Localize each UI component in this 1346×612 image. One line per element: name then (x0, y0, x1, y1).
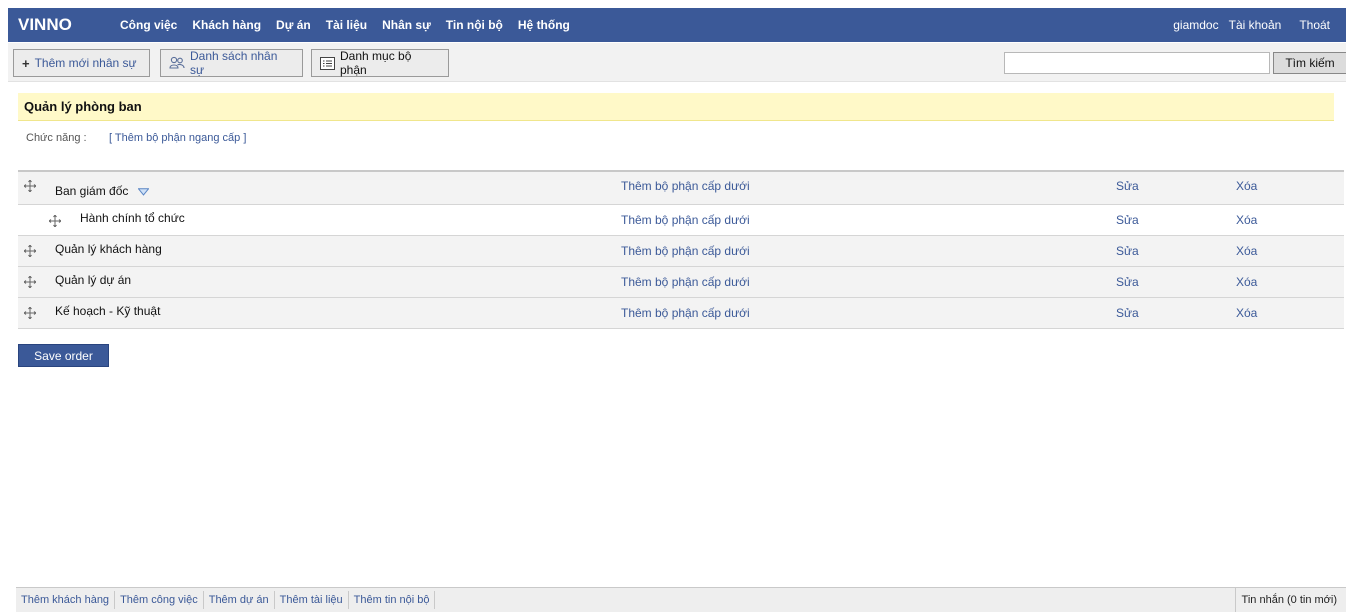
dept-name: Ban giám đốc (55, 184, 150, 199)
plus-icon: + (22, 55, 30, 71)
brand-logo[interactable]: VINNO (8, 15, 120, 35)
account-link[interactable]: Tài khoản (1229, 18, 1282, 32)
function-label: Chức năng : (26, 132, 87, 144)
logout-link[interactable]: Thoát (1299, 18, 1330, 32)
edit-dept-link[interactable]: Sửa (1116, 275, 1139, 289)
staff-list-label: Danh sách nhân sự (190, 49, 278, 77)
save-order-button[interactable]: Save order (18, 344, 109, 367)
add-sibling-dept-link[interactable]: [ Thêm bộ phận ngang cấp ] (109, 132, 246, 144)
edit-dept-link[interactable]: Sửa (1116, 306, 1139, 320)
department-table: Ban giám đốc Thêm bộ phận cấp dưới Sửa X… (18, 170, 1344, 329)
footer-add-customer-link[interactable]: Thêm khách hàng (16, 591, 116, 609)
drag-handle-icon[interactable] (23, 179, 37, 193)
dept-name: Kế hoạch - Kỹ thuật (55, 304, 161, 318)
edit-dept-link[interactable]: Sửa (1116, 179, 1139, 193)
drag-handle-icon[interactable] (23, 244, 37, 258)
nav-item-internal-news[interactable]: Tin nội bộ (446, 18, 503, 32)
dept-name: Quản lý khách hàng (55, 242, 162, 256)
main-nav: Công việc Khách hàng Dự án Tài liệu Nhân… (120, 18, 585, 32)
add-staff-button[interactable]: + Thêm mới nhân sự (13, 49, 150, 77)
nav-item-projects[interactable]: Dự án (276, 18, 311, 32)
drag-handle-icon[interactable] (23, 306, 37, 320)
table-row: Hành chính tổ chức Thêm bộ phận cấp dưới… (18, 205, 1344, 236)
drag-handle-icon[interactable] (23, 275, 37, 289)
messages-link[interactable]: Tin nhắn (0 tin mới) (1234, 587, 1346, 612)
dept-catalog-label: Danh mục bộ phận (340, 49, 412, 77)
username-link[interactable]: giamdoc (1173, 18, 1218, 32)
chevron-down-icon[interactable] (137, 185, 150, 199)
edit-dept-link[interactable]: Sửa (1116, 213, 1139, 227)
nav-item-customers[interactable]: Khách hàng (192, 18, 261, 32)
user-menu: giamdoc Tài khoản Thoát (1163, 18, 1346, 32)
page-title: Quản lý phòng ban (18, 93, 1334, 121)
add-child-dept-link[interactable]: Thêm bộ phận cấp dưới (621, 179, 750, 193)
footer-bar: Thêm khách hàng Thêm công việc Thêm dự á… (16, 587, 1346, 612)
nav-item-tasks[interactable]: Công việc (120, 18, 177, 32)
search-input[interactable] (1004, 52, 1270, 74)
toolbar: + Thêm mới nhân sự Danh sách nhân sự Dan… (8, 43, 1346, 82)
top-nav-bar: VINNO Công việc Khách hàng Dự án Tài liệ… (8, 8, 1346, 42)
table-row: Ban giám đốc Thêm bộ phận cấp dưới Sửa X… (18, 172, 1344, 205)
delete-dept-link[interactable]: Xóa (1236, 213, 1257, 227)
staff-list-button[interactable]: Danh sách nhân sự (160, 49, 303, 77)
table-row: Quản lý khách hàng Thêm bộ phận cấp dưới… (18, 236, 1344, 267)
footer-add-document-link[interactable]: Thêm tài liệu (275, 591, 349, 609)
delete-dept-link[interactable]: Xóa (1236, 179, 1257, 193)
footer-add-project-link[interactable]: Thêm dự án (204, 591, 275, 609)
edit-dept-link[interactable]: Sửa (1116, 244, 1139, 258)
footer-add-task-link[interactable]: Thêm công việc (115, 591, 204, 609)
search-button[interactable]: Tìm kiếm (1273, 52, 1346, 74)
function-row: Chức năng : [ Thêm bộ phận ngang cấp ] (26, 132, 246, 144)
nav-item-system[interactable]: Hệ thống (518, 18, 570, 32)
dept-catalog-button[interactable]: Danh mục bộ phận (311, 49, 449, 77)
add-child-dept-link[interactable]: Thêm bộ phận cấp dưới (621, 306, 750, 320)
table-row: Kế hoạch - Kỹ thuật Thêm bộ phận cấp dướ… (18, 298, 1344, 329)
dept-name: Hành chính tổ chức (80, 211, 185, 225)
add-child-dept-link[interactable]: Thêm bộ phận cấp dưới (621, 213, 750, 227)
users-icon (169, 56, 185, 70)
delete-dept-link[interactable]: Xóa (1236, 244, 1257, 258)
delete-dept-link[interactable]: Xóa (1236, 275, 1257, 289)
dept-name: Quản lý dự án (55, 273, 132, 287)
nav-item-documents[interactable]: Tài liệu (326, 18, 367, 32)
drag-handle-icon[interactable] (48, 214, 62, 228)
add-child-dept-link[interactable]: Thêm bộ phận cấp dưới (621, 275, 750, 289)
app-page: VINNO Công việc Khách hàng Dự án Tài liệ… (0, 0, 1346, 612)
table-row: Quản lý dự án Thêm bộ phận cấp dưới Sửa … (18, 267, 1344, 298)
delete-dept-link[interactable]: Xóa (1236, 306, 1257, 320)
footer-add-news-link[interactable]: Thêm tin nội bộ (349, 591, 436, 609)
list-icon (320, 56, 335, 70)
dept-name-text: Ban giám đốc (55, 184, 129, 198)
add-staff-label: Thêm mới nhân sự (34, 56, 137, 70)
add-child-dept-link[interactable]: Thêm bộ phận cấp dưới (621, 244, 750, 258)
nav-item-staff[interactable]: Nhân sự (382, 18, 431, 32)
